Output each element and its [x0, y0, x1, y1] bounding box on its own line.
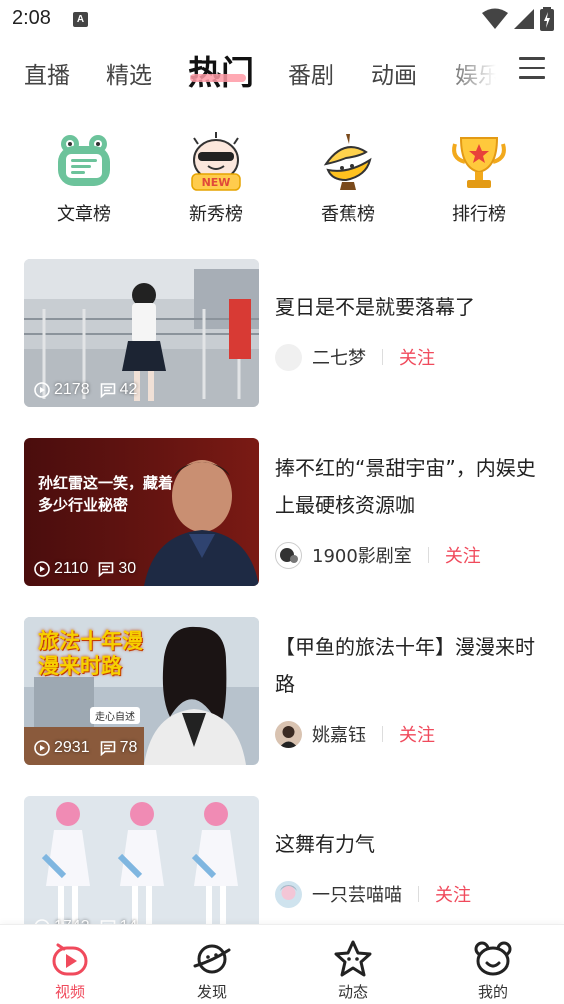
comment-count-icon — [100, 741, 115, 756]
status-icons — [482, 7, 554, 31]
active-tab-indicator — [190, 74, 246, 82]
play-count-icon — [34, 382, 50, 398]
nav-profile[interactable]: 我的 — [453, 939, 533, 1002]
view-count: 2178 — [54, 381, 90, 398]
author-name[interactable]: 1900影剧室 — [312, 542, 412, 568]
nav-label: 动态 — [337, 983, 368, 1001]
video-title[interactable]: 捧不红的“景甜宇宙”，内娱史上最硬核资源咖 — [275, 450, 545, 524]
follow-button[interactable]: 关注 — [399, 721, 435, 747]
shortcut-label: 香蕉榜 — [321, 204, 375, 225]
divider — [382, 726, 383, 742]
planet-icon — [192, 939, 232, 979]
thumbnail-caption: 孙红雷这一笑，藏着多少行业秘密 — [38, 474, 174, 514]
video-thumbnail[interactable]: 2178 42 — [24, 259, 259, 407]
banana-ranking-icon — [316, 130, 380, 194]
shortcut-label: 文章榜 — [57, 204, 111, 225]
video-thumbnail[interactable]: 1743 14 — [24, 796, 259, 944]
signal-icon — [514, 9, 534, 29]
video-thumbnail[interactable]: 孙红雷这一笑，藏着多少行业秘密 2110 30 — [24, 438, 259, 586]
video-stats: 2110 30 — [34, 560, 136, 578]
view-count: 2110 — [54, 560, 89, 577]
shortcut-label: 新秀榜 — [189, 204, 243, 225]
video-card[interactable]: 2178 42 夏日是不是就要落幕了 二七梦 关注 — [24, 259, 540, 409]
shortcut-newcomer-ranking[interactable]: NEW 新秀榜 — [166, 130, 266, 226]
video-icon — [50, 939, 90, 979]
nav-label: 发现 — [196, 983, 227, 1001]
video-meta: 二七梦 关注 — [275, 342, 435, 372]
new-badge-text: NEW — [202, 176, 231, 189]
bear-face-icon — [473, 939, 513, 979]
nav-label: 视频 — [54, 983, 85, 1001]
shortcut-label: 排行榜 — [452, 204, 506, 225]
video-thumbnail[interactable]: 旅法十年漫漫来时路 走心自述 2931 78 — [24, 617, 259, 765]
video-card[interactable]: 旅法十年漫漫来时路 走心自述 2931 78 【甲鱼的旅法十年】漫漫来时路 姚嘉… — [24, 617, 540, 767]
divider — [382, 349, 383, 365]
star-face-icon — [333, 939, 373, 979]
video-title[interactable]: 【甲鱼的旅法十年】漫漫来时路 — [275, 629, 545, 703]
avatar[interactable] — [275, 880, 302, 908]
comment-count: 30 — [118, 560, 137, 577]
avatar[interactable] — [275, 343, 302, 371]
video-meta: 姚嘉钰 关注 — [275, 719, 435, 749]
video-title[interactable]: 夏日是不是就要落幕了 — [275, 289, 545, 326]
nav-discover[interactable]: 发现 — [172, 939, 252, 1002]
author-name[interactable]: 一只芸喵喵 — [312, 881, 402, 907]
thumbnail-tag: 走心自述 — [90, 707, 140, 724]
bottom-navigation: 视频 发现 动态 我的 — [0, 924, 564, 1004]
nav-feed[interactable]: 动态 — [313, 939, 393, 1002]
tab-fade-overlay — [440, 50, 510, 94]
comment-count-icon — [99, 562, 114, 577]
play-count-icon — [34, 561, 50, 577]
status-bar: 2:08 A — [0, 0, 564, 38]
video-card[interactable]: 孙红雷这一笑，藏着多少行业秘密 2110 30 捧不红的“景甜宇宙”，内娱史上最… — [24, 438, 540, 588]
comment-count: 78 — [119, 739, 138, 756]
follow-button[interactable]: 关注 — [445, 542, 481, 568]
battery-icon — [540, 7, 554, 31]
view-count: 2931 — [54, 739, 90, 756]
follow-button[interactable]: 关注 — [399, 344, 435, 370]
tab-menu-icon[interactable] — [519, 57, 545, 81]
video-stats: 2178 42 — [34, 381, 137, 399]
tab-featured[interactable]: 精选 — [106, 56, 152, 90]
video-title[interactable]: 这舞有力气 — [275, 826, 545, 863]
author-name[interactable]: 姚嘉钰 — [312, 721, 366, 747]
tab-hot[interactable]: 热门 — [188, 46, 254, 94]
nav-label: 我的 — [477, 983, 508, 1001]
comment-count: 42 — [119, 381, 138, 398]
notification-a-icon: A — [73, 12, 88, 27]
avatar[interactable] — [275, 720, 302, 748]
video-meta: 一只芸喵喵 关注 — [275, 879, 471, 909]
divider — [418, 886, 419, 902]
avatar[interactable] — [275, 541, 302, 569]
author-name[interactable]: 二七梦 — [312, 344, 366, 370]
play-count-icon — [34, 740, 50, 756]
shortcut-article-ranking[interactable]: 文章榜 — [34, 130, 134, 226]
shortcut-trophy-ranking[interactable]: 排行榜 — [429, 130, 529, 226]
divider — [427, 547, 429, 563]
shortcut-banana-ranking[interactable]: 香蕉榜 — [298, 130, 398, 226]
video-stats: 2931 78 — [34, 739, 137, 757]
follow-button[interactable]: 关注 — [435, 881, 471, 907]
comment-count-icon — [100, 383, 115, 398]
tab-series[interactable]: 番剧 — [288, 56, 334, 90]
ranking-shortcuts: 文章榜 NEW 新秀榜 香蕉榜 排行榜 — [0, 120, 564, 230]
wifi-icon — [482, 8, 508, 29]
tab-live[interactable]: 直播 — [24, 56, 70, 90]
tab-animation[interactable]: 动画 — [371, 56, 417, 90]
nav-video[interactable]: 视频 — [30, 939, 110, 1002]
status-time: 2:08 — [12, 7, 51, 29]
newcomer-ranking-icon: NEW — [184, 130, 248, 194]
video-meta: 1900影剧室 关注 — [275, 540, 481, 570]
thumbnail-caption: 旅法十年漫漫来时路 — [38, 629, 143, 678]
article-ranking-icon — [52, 130, 116, 194]
trophy-ranking-icon — [447, 130, 511, 194]
